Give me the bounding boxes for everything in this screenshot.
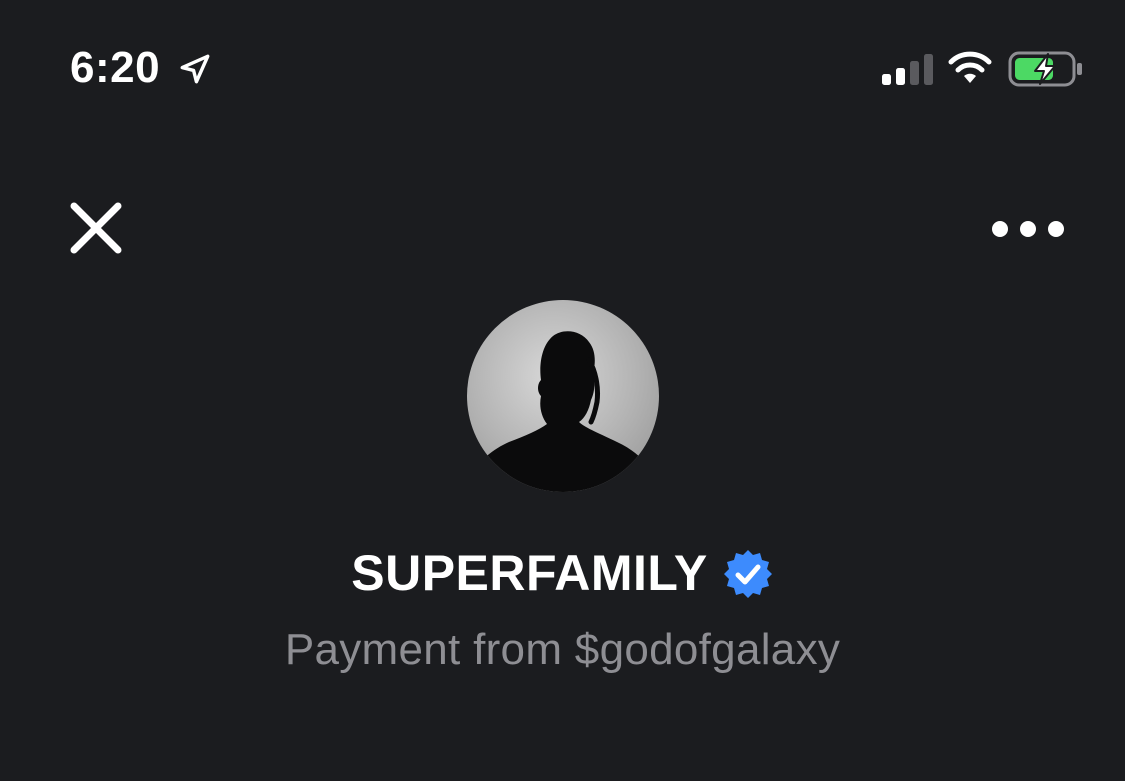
display-name: SUPERFAMILY <box>351 545 708 601</box>
payment-subtitle: Payment from $godofgalaxy <box>284 625 841 674</box>
cellular-signal-icon <box>882 54 933 85</box>
wifi-icon <box>948 51 992 83</box>
battery-charging-icon <box>1008 51 1082 87</box>
more-options-icon[interactable] <box>986 212 1072 246</box>
avatar[interactable] <box>467 300 659 492</box>
avatar-silhouette <box>467 300 659 492</box>
location-arrow-icon <box>180 54 210 84</box>
verified-badge-icon <box>723 550 772 598</box>
close-icon[interactable] <box>66 198 126 258</box>
status-time: 6:20 <box>70 43 161 92</box>
name-row: SUPERFAMILY <box>0 538 1125 608</box>
